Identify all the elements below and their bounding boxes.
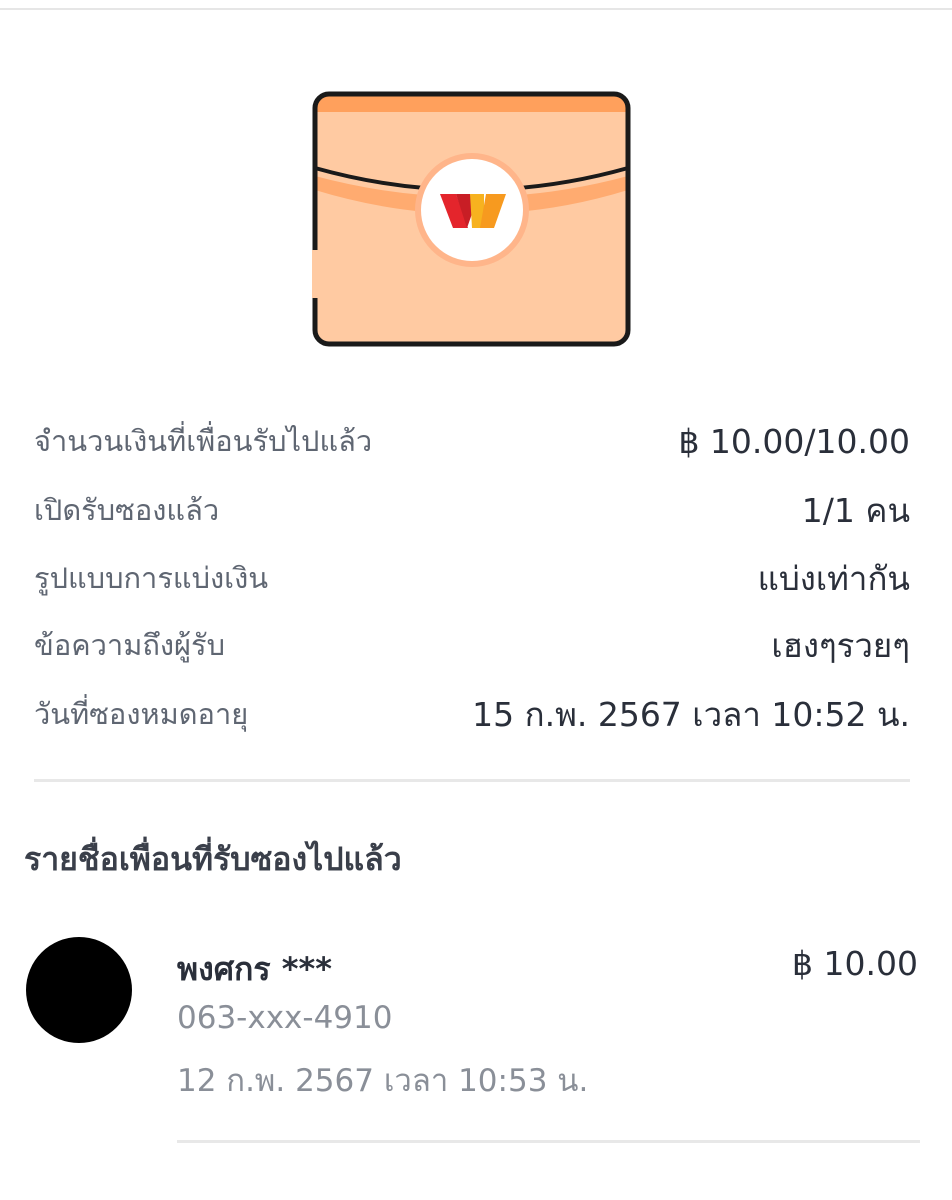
list-divider [177,1140,920,1143]
detail-row-message: ข้อความถึงผู้รับ เฮงๆรวยๆ [34,620,910,670]
detail-label: รูปแบบการแบ่งเงิน [34,561,269,595]
recipients-section-title: รายชื่อเพื่อนที่รับซองไปแล้ว [24,840,402,878]
detail-value: เฮงๆรวยๆ [771,625,910,665]
recipient-phone: 063-xxx-4910 [177,1000,393,1036]
detail-label: จำนวนเงินที่เพื่อนรับไปแล้ว [34,424,373,458]
detail-row-amount-received: จำนวนเงินที่เพื่อนรับไปแล้ว ฿ 10.00/10.0… [34,416,910,466]
red-envelope-icon [310,90,635,350]
detail-value: แบ่งเท่ากัน [757,558,910,598]
recipient-amount: ฿ 10.00 [792,944,918,983]
section-divider [34,779,910,782]
recipient-name: พงศกร *** [177,950,332,988]
detail-row-split-type: รูปแบบการแบ่งเงิน แบ่งเท่ากัน [34,553,910,603]
detail-value: ฿ 10.00/10.00 [678,421,910,461]
recipient-date: 12 ก.พ. 2567 เวลา 10:53 น. [177,1063,589,1099]
detail-label: เปิดรับซองแล้ว [34,493,220,527]
detail-row-opened-count: เปิดรับซองแล้ว 1/1 คน [34,485,910,535]
detail-label: ข้อความถึงผู้รับ [34,628,226,662]
detail-value: 1/1 คน [801,490,910,530]
top-divider [0,8,952,10]
detail-row-expiry-date: วันที่ซองหมดอายุ 15 ก.พ. 2567 เวลา 10:52… [34,689,910,739]
detail-value: 15 ก.พ. 2567 เวลา 10:52 น. [472,694,910,734]
detail-label: วันที่ซองหมดอายุ [34,697,249,731]
avatar [26,937,132,1043]
